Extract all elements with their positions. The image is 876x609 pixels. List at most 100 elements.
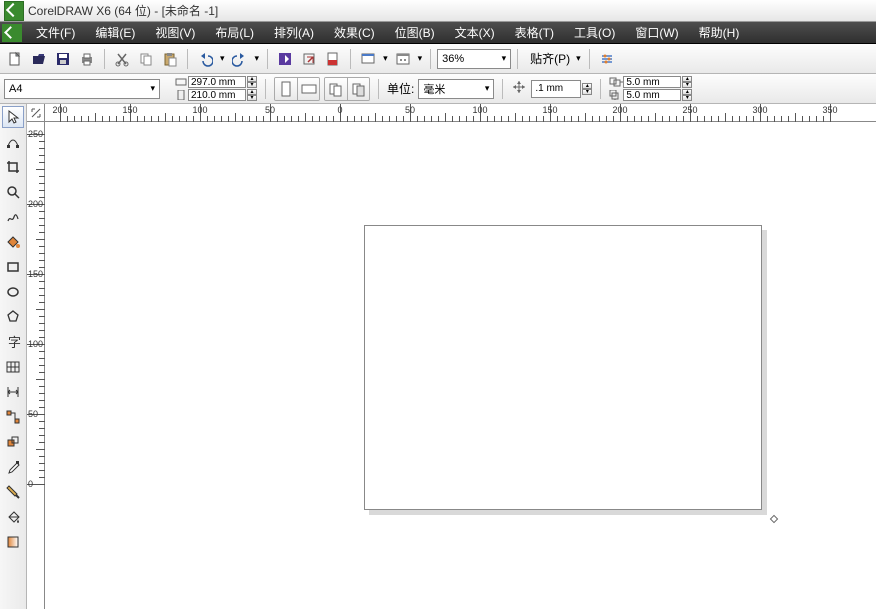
interactive-effects-tool[interactable] [2, 431, 24, 453]
ruler-origin[interactable] [27, 104, 45, 122]
app-launcher-dropdown[interactable]: ▾ [416, 53, 425, 64]
dup-x-spinner[interactable]: ▴▾ [682, 76, 692, 88]
ellipse-tool[interactable] [2, 281, 24, 303]
rectangle-tool[interactable] [2, 256, 24, 278]
undo-dropdown[interactable]: ▾ [218, 53, 227, 64]
table-tool[interactable] [2, 356, 24, 378]
page-height-input[interactable] [188, 89, 246, 101]
pick-tool[interactable] [2, 106, 24, 128]
fill-tool[interactable] [2, 506, 24, 528]
all-pages-button[interactable] [325, 78, 347, 100]
menu-arrange[interactable]: 排列(A) [264, 22, 324, 44]
menu-bitmap[interactable]: 位图(B) [385, 22, 445, 44]
chevron-down-icon: ▾ [150, 83, 155, 94]
dimension-tool[interactable] [2, 381, 24, 403]
page-width-input[interactable] [188, 76, 246, 88]
text-tool[interactable]: 字 [2, 331, 24, 353]
fullscreen-dropdown[interactable]: ▾ [381, 53, 390, 64]
ruler-label: 150 [542, 105, 557, 115]
menu-edit[interactable]: 编辑(E) [85, 22, 145, 44]
ruler-label: 350 [822, 105, 837, 115]
chevron-down-icon: ▾ [485, 83, 490, 94]
ruler-label: 250 [28, 129, 43, 139]
interactive-fill-tool[interactable] [2, 531, 24, 553]
separator [104, 49, 105, 69]
current-page-button[interactable] [347, 78, 369, 100]
separator [187, 49, 188, 69]
zoom-tool[interactable] [2, 181, 24, 203]
menu-layout[interactable]: 布局(L) [205, 22, 264, 44]
zoom-value: 36% [442, 53, 464, 65]
zoom-level-combo[interactable]: 36% ▾ [437, 49, 511, 69]
menu-help[interactable]: 帮助(H) [689, 22, 750, 44]
ruler-label: 0 [28, 479, 33, 489]
separator [378, 79, 379, 99]
redo-button[interactable] [229, 48, 251, 70]
standard-toolbar: ▾ ▾ ▾ ▾ 36% ▾ 贴齐(P) ▾ [0, 44, 876, 74]
shape-tool[interactable] [2, 131, 24, 153]
horizontal-ruler[interactable]: 20015010050050100150200250300350 [27, 104, 876, 122]
ruler-label: 150 [28, 269, 43, 279]
drawing-page[interactable] [364, 225, 762, 510]
undo-button[interactable] [194, 48, 216, 70]
paste-button[interactable] [159, 48, 181, 70]
menu-bar: 文件(F) 编辑(E) 视图(V) 布局(L) 排列(A) 效果(C) 位图(B… [0, 22, 876, 44]
window-title: CorelDRAW X6 (64 位) - [未命名 -1] [28, 2, 218, 19]
landscape-button[interactable] [297, 78, 319, 100]
ruler-label: 50 [405, 105, 415, 115]
crop-tool[interactable] [2, 156, 24, 178]
width-spinner[interactable]: ▴▾ [247, 76, 257, 88]
polygon-tool[interactable] [2, 306, 24, 328]
nudge-spinner[interactable]: ▴▾ [582, 83, 592, 95]
copy-button[interactable] [135, 48, 157, 70]
options-button[interactable] [596, 48, 618, 70]
outline-pen-tool[interactable] [2, 481, 24, 503]
ruler-label: 50 [265, 105, 275, 115]
open-button[interactable] [28, 48, 50, 70]
menu-text[interactable]: 文本(X) [445, 22, 505, 44]
menu-tools[interactable]: 工具(O) [564, 22, 625, 44]
dup-y-spinner[interactable]: ▴▾ [682, 89, 692, 101]
separator [430, 49, 431, 69]
menu-effects[interactable]: 效果(C) [324, 22, 385, 44]
property-bar: A4 ▾ ▴▾ ▴▾ 单位: 毫米 ▾ ▴▾ [0, 74, 876, 104]
menu-window[interactable]: 窗口(W) [625, 22, 688, 44]
vertical-ruler[interactable]: 250200150100500 [27, 122, 45, 609]
ruler-label: 0 [337, 105, 342, 115]
export-button[interactable] [298, 48, 320, 70]
drawing-canvas[interactable] [45, 122, 876, 609]
units-combo[interactable]: 毫米 ▾ [418, 79, 494, 99]
nudge-distance-input[interactable] [531, 80, 581, 98]
cut-button[interactable] [111, 48, 133, 70]
import-button[interactable] [274, 48, 296, 70]
new-button[interactable] [4, 48, 26, 70]
portrait-button[interactable] [275, 78, 297, 100]
freehand-tool[interactable] [2, 206, 24, 228]
menu-table[interactable]: 表格(T) [505, 22, 564, 44]
height-spinner[interactable]: ▴▾ [247, 89, 257, 101]
dup-x-input[interactable] [623, 76, 681, 88]
duplicate-offset: ▴▾ ▴▾ [609, 76, 692, 102]
dup-y-input[interactable] [623, 89, 681, 101]
fullscreen-button[interactable] [357, 48, 379, 70]
separator [267, 49, 268, 69]
resize-handle[interactable] [770, 515, 778, 523]
app-launcher-button[interactable] [392, 48, 414, 70]
page-apply-group [324, 77, 370, 101]
save-button[interactable] [52, 48, 74, 70]
paper-size-combo[interactable]: A4 ▾ [4, 79, 160, 99]
workspace: 字 20015010050050100150200250300350 25020… [0, 104, 876, 609]
publish-pdf-button[interactable] [322, 48, 344, 70]
separator [589, 49, 590, 69]
separator [517, 49, 518, 69]
units-value: 毫米 [423, 81, 445, 97]
connector-tool[interactable] [2, 406, 24, 428]
snap-dropdown[interactable]: ▾ [574, 53, 583, 64]
menu-view[interactable]: 视图(V) [145, 22, 205, 44]
smart-fill-tool[interactable] [2, 231, 24, 253]
redo-dropdown[interactable]: ▾ [253, 53, 262, 64]
menu-file[interactable]: 文件(F) [26, 22, 85, 44]
eyedropper-tool[interactable] [2, 456, 24, 478]
print-button[interactable] [76, 48, 98, 70]
separator [350, 49, 351, 69]
